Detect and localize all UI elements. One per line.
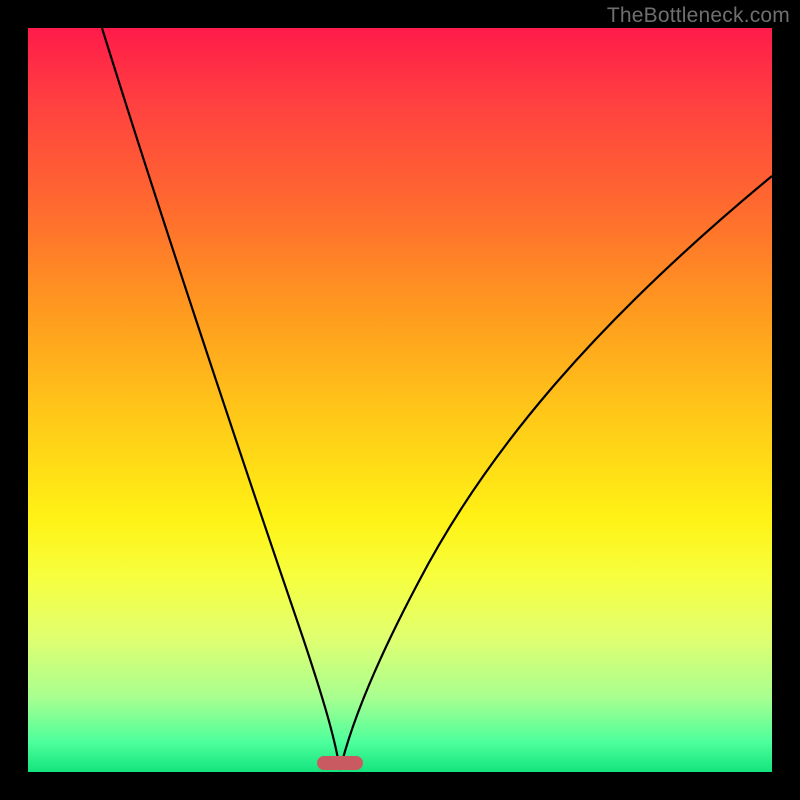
curve-left-branch [102,28,340,770]
bottleneck-curve [28,28,772,772]
curve-right-branch [340,176,772,770]
chart-frame: TheBottleneck.com [0,0,800,800]
plot-area [28,28,772,772]
optimal-marker [317,756,363,770]
watermark-text: TheBottleneck.com [607,4,790,28]
